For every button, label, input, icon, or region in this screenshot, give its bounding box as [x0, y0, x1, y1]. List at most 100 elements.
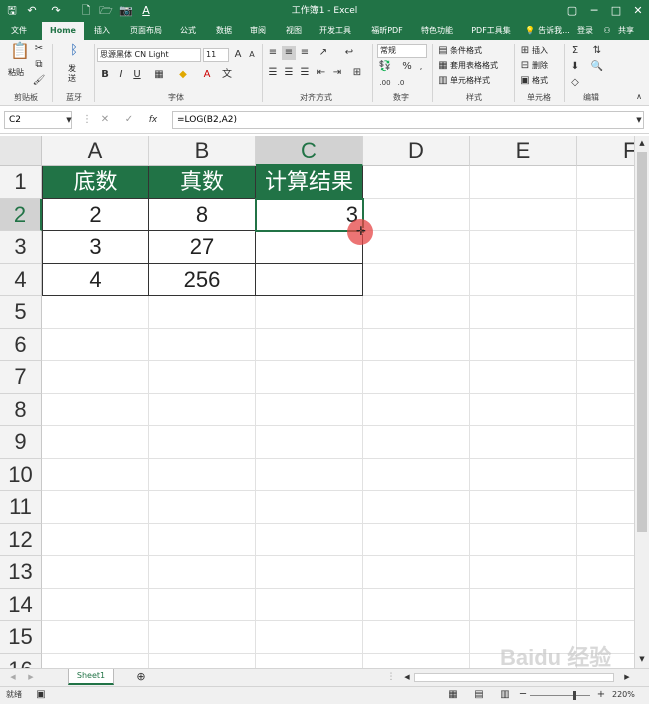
- row-header-6[interactable]: 6: [0, 328, 42, 361]
- cell-d10[interactable]: [363, 458, 470, 491]
- find-select-icon[interactable]: 🔍: [590, 60, 604, 74]
- cut-icon[interactable]: ✂: [32, 42, 46, 56]
- cell-c6[interactable]: [256, 328, 363, 361]
- cell-b1[interactable]: 真数: [149, 166, 256, 199]
- cell-b4[interactable]: 256: [149, 263, 256, 296]
- font-color-ribbon-icon[interactable]: A: [200, 68, 214, 82]
- close-button[interactable]: ✕: [627, 0, 649, 22]
- cell-c8[interactable]: [256, 393, 363, 426]
- cell-c11[interactable]: [256, 491, 363, 524]
- cell-b8[interactable]: [149, 393, 256, 426]
- cell-f3[interactable]: [577, 231, 634, 264]
- cell-c1[interactable]: 计算结果: [256, 166, 363, 199]
- row-header-1[interactable]: 1: [0, 166, 42, 199]
- tab-home[interactable]: Home: [42, 22, 84, 40]
- cell-a2[interactable]: 2: [42, 198, 149, 231]
- cell-b14[interactable]: [149, 588, 256, 621]
- autosum-icon[interactable]: Σ: [568, 44, 582, 58]
- tab-page-layout[interactable]: 页面布局: [124, 22, 168, 40]
- decrease-font-icon[interactable]: A: [245, 48, 259, 62]
- zoom-out-icon[interactable]: ─: [516, 688, 530, 702]
- sort-filter-icon[interactable]: ⇅: [590, 44, 604, 58]
- cell-f10[interactable]: [577, 459, 634, 491]
- percent-icon[interactable]: %: [400, 60, 414, 74]
- cell-b13[interactable]: [149, 556, 256, 589]
- cell-c16[interactable]: [256, 653, 363, 668]
- delete-cells-button[interactable]: 删除: [532, 59, 548, 73]
- horizontal-scrollbar[interactable]: [414, 673, 614, 682]
- cell-d12[interactable]: [363, 523, 470, 556]
- cell-e13[interactable]: [470, 556, 577, 589]
- cell-b10[interactable]: [149, 458, 256, 491]
- fill-color-icon[interactable]: ◆: [176, 68, 190, 82]
- scroll-right-icon[interactable]: ▶: [620, 670, 634, 684]
- copy-icon[interactable]: ⧉: [32, 58, 46, 72]
- font-name-select[interactable]: 思源黑体 CN Light: [97, 48, 201, 62]
- paste-icon[interactable]: 📋: [10, 43, 30, 64]
- row-header-13[interactable]: 13: [0, 556, 42, 589]
- number-format-select[interactable]: 常规: [377, 44, 427, 58]
- cell-c13[interactable]: [256, 556, 363, 589]
- cell-d2[interactable]: [363, 198, 470, 231]
- tab-foxit-pdf[interactable]: 福昕PDF: [364, 22, 410, 40]
- row-header-14[interactable]: 14: [0, 588, 42, 621]
- col-header-d[interactable]: D: [363, 136, 470, 166]
- cell-c5[interactable]: [256, 296, 363, 329]
- cell-a16[interactable]: [42, 653, 149, 668]
- increase-decimal-icon[interactable]: .00: [378, 76, 392, 90]
- comma-icon[interactable]: ,: [414, 60, 428, 74]
- cell-b7[interactable]: [149, 361, 256, 394]
- cell-a12[interactable]: [42, 523, 149, 556]
- cell-a3[interactable]: 3: [42, 231, 149, 264]
- increase-font-icon[interactable]: A: [231, 48, 245, 62]
- cell-f12[interactable]: [577, 524, 634, 556]
- cell-c9[interactable]: [256, 426, 363, 459]
- table-format-button[interactable]: 套用表格格式: [450, 59, 498, 73]
- tab-features[interactable]: 特色功能: [416, 22, 458, 40]
- cell-e7[interactable]: [470, 361, 577, 394]
- row-header-2[interactable]: 2: [0, 198, 42, 231]
- cell-f11[interactable]: [577, 491, 634, 524]
- cell-b11[interactable]: [149, 491, 256, 524]
- cell-f14[interactable]: [577, 589, 634, 621]
- row-header-9[interactable]: 9: [0, 426, 42, 459]
- cell-f6[interactable]: [577, 329, 634, 361]
- name-box-dropdown-icon[interactable]: ▼: [62, 113, 76, 127]
- tab-developer[interactable]: 开发工具: [314, 22, 356, 40]
- cell-f1[interactable]: [577, 166, 634, 199]
- cell-e11[interactable]: [470, 491, 577, 524]
- col-header-b[interactable]: B: [149, 136, 256, 166]
- cell-d1[interactable]: [363, 166, 470, 199]
- send-button[interactable]: 发送: [68, 64, 78, 83]
- cell-b12[interactable]: [149, 523, 256, 556]
- align-top-icon[interactable]: ≡: [266, 46, 280, 60]
- cell-a1[interactable]: 底数: [42, 166, 149, 199]
- row-header-12[interactable]: 12: [0, 523, 42, 556]
- fill-icon[interactable]: ⬇: [568, 60, 582, 74]
- minimize-button[interactable]: ─: [583, 0, 605, 22]
- col-header-c[interactable]: C: [256, 136, 363, 166]
- scroll-down-icon[interactable]: ▼: [635, 652, 649, 666]
- format-cells-button[interactable]: 格式: [532, 74, 548, 88]
- cell-f13[interactable]: [577, 556, 634, 589]
- col-header-a[interactable]: A: [42, 136, 149, 166]
- tab-split-icon[interactable]: ⋮: [384, 670, 398, 684]
- cell-a10[interactable]: [42, 458, 149, 491]
- cell-c2[interactable]: 3: [256, 198, 363, 231]
- insert-function-icon[interactable]: fx: [146, 113, 160, 127]
- cell-b15[interactable]: [149, 621, 256, 654]
- col-header-f[interactable]: F: [577, 136, 634, 166]
- collapse-ribbon-icon[interactable]: ∧: [632, 90, 646, 104]
- cell-e8[interactable]: [470, 393, 577, 426]
- cell-style-button[interactable]: 单元格样式: [450, 74, 490, 88]
- cell-b5[interactable]: [149, 296, 256, 329]
- zoom-level[interactable]: 220%: [612, 687, 635, 703]
- format-cells-icon[interactable]: ▣: [518, 74, 532, 88]
- row-header-10[interactable]: 10: [0, 458, 42, 491]
- page-layout-view-icon[interactable]: ▤: [472, 688, 486, 702]
- border-icon[interactable]: ▦: [152, 68, 166, 82]
- align-center-icon[interactable]: ☰: [282, 66, 296, 80]
- cell-c7[interactable]: [256, 361, 363, 394]
- vertical-scrollbar[interactable]: ▲ ▼: [634, 136, 649, 668]
- merge-center-icon[interactable]: ⊞: [350, 66, 364, 80]
